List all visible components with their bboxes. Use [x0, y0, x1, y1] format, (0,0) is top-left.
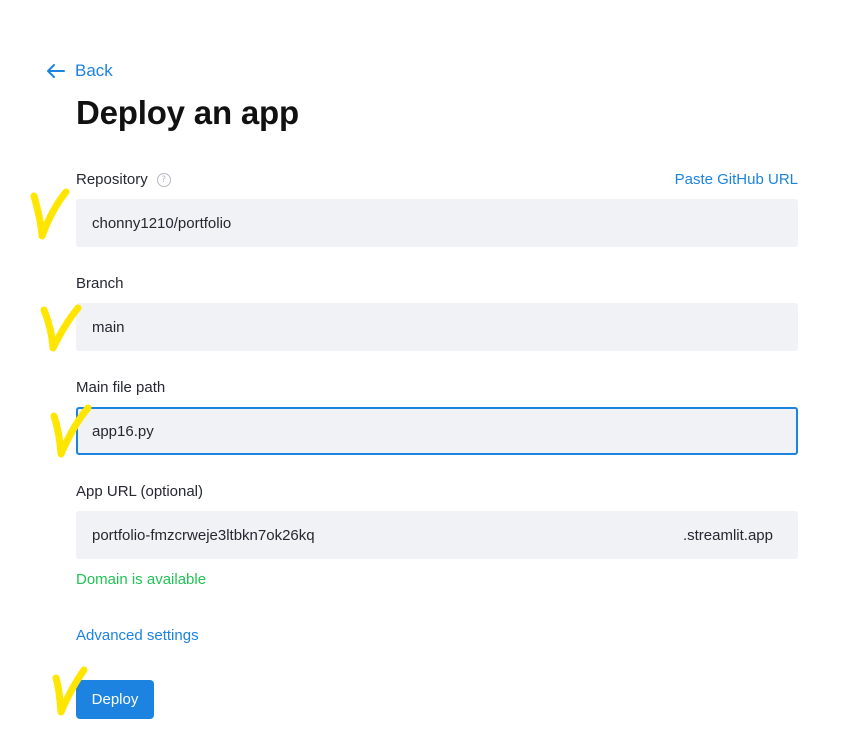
app-url-input[interactable]: portfolio-fmzcrweje3ltbkn7ok26kq .stream… — [76, 511, 798, 559]
back-label: Back — [75, 61, 113, 80]
page-title: Deploy an app — [76, 94, 299, 131]
main-file-input[interactable]: app16.py — [76, 407, 798, 455]
app-url-suffix: .streamlit.app — [682, 526, 773, 544]
repository-value: chonny1210/portfolio — [92, 214, 232, 232]
advanced-settings-link[interactable]: Advanced settings — [76, 627, 199, 644]
paste-github-url-link[interactable]: Paste GitHub URL — [675, 171, 798, 188]
domain-status: Domain is available — [76, 571, 207, 588]
branch-input[interactable]: main — [76, 303, 798, 351]
branch-label: Branch — [76, 275, 124, 292]
repository-input[interactable]: chonny1210/portfolio — [76, 199, 798, 247]
back-link[interactable]: Back — [46, 61, 113, 81]
main-file-value: app16.py — [92, 422, 154, 440]
branch-value: main — [92, 318, 125, 336]
repository-label-row: Repository ? — [76, 171, 171, 188]
arrow-left-icon — [47, 64, 65, 78]
app-url-label: App URL (optional) — [76, 483, 204, 500]
deploy-button[interactable]: Deploy — [76, 680, 154, 719]
main-file-label-row: Main file path — [76, 379, 165, 396]
repository-label: Repository — [76, 171, 148, 188]
help-icon[interactable]: ? — [156, 172, 171, 187]
check-mark-icon — [30, 188, 70, 240]
app-url-label-row: App URL (optional) — [76, 483, 203, 500]
main-file-label: Main file path — [76, 379, 166, 396]
app-url-value: portfolio-fmzcrweje3ltbkn7ok26kq — [92, 526, 315, 544]
branch-label-row: Branch — [76, 275, 124, 292]
